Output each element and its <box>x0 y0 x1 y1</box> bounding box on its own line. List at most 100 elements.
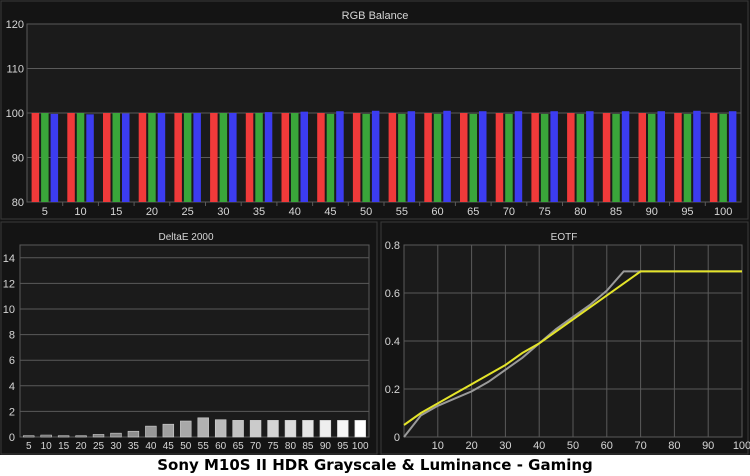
eotf-x-tick-label: 80 <box>668 440 680 452</box>
rgb-chart-title: RGB Balance <box>342 10 409 22</box>
rgb-bar-green <box>112 113 120 202</box>
rgb-bar-green <box>362 113 370 202</box>
deltae-y-tick-label: 8 <box>9 330 15 342</box>
deltae-y-tick-label: 0 <box>9 432 15 444</box>
rgb-bar-blue <box>407 111 416 202</box>
deltae-bar <box>180 420 192 438</box>
rgb-bar-red <box>531 113 539 202</box>
eotf-x-tick-label: 40 <box>533 440 545 452</box>
rgb-bar-blue <box>50 113 59 202</box>
rgb-x-tick-label: 35 <box>253 206 265 218</box>
eotf-chart-title: EOTF <box>551 232 578 243</box>
deltae-x-tick-label: 5 <box>26 441 32 452</box>
rgb-x-tick-label: 60 <box>431 206 443 218</box>
rgb-bar-green <box>505 113 513 202</box>
rgb-bar-blue <box>122 113 130 202</box>
rgb-x-tick-label: 95 <box>681 206 693 218</box>
deltae-x-tick-label: 80 <box>285 441 297 452</box>
rgb-bar-blue <box>693 110 701 202</box>
deltae-x-tick-label: 95 <box>337 441 349 452</box>
deltae-y-tick-label: 6 <box>9 355 15 367</box>
eotf-x-tick-label: 30 <box>499 440 511 452</box>
rgb-bar-green <box>719 113 727 202</box>
deltae-bar <box>302 420 314 438</box>
eotf-x-tick-label: 70 <box>634 440 646 452</box>
rgb-bar-green <box>469 113 477 202</box>
deltae-bar <box>267 420 279 438</box>
deltae-bar <box>284 420 297 438</box>
rgb-bar-red <box>388 113 397 202</box>
rgb-bar-blue <box>264 112 273 202</box>
deltae-x-tick-label: 40 <box>145 441 157 452</box>
rgb-bar-blue <box>479 111 487 202</box>
deltae-bar <box>75 435 87 438</box>
rgb-bar-red <box>174 113 182 202</box>
deltae-x-tick-label: 50 <box>180 441 192 452</box>
rgb-bar-red <box>638 113 646 202</box>
eotf-y-tick-label: 0.8 <box>385 240 400 252</box>
rgb-x-tick-label: 50 <box>360 206 372 218</box>
rgb-bar-green <box>76 113 85 202</box>
deltae-bar <box>92 434 105 438</box>
rgb-x-tick-label: 90 <box>646 206 658 218</box>
rgb-bar-red <box>567 113 575 202</box>
deltae-bar <box>145 425 157 438</box>
deltae-x-tick-label: 60 <box>215 441 227 452</box>
deltae-bar <box>232 420 244 438</box>
rgb-x-tick-label: 45 <box>324 206 336 218</box>
rgb-y-tick-label: 120 <box>6 19 24 31</box>
deltae-x-tick-label: 35 <box>128 441 140 452</box>
rgb-bar-blue <box>657 111 665 202</box>
rgb-bar-green <box>576 113 585 202</box>
deltae-x-tick-label: 30 <box>110 441 122 452</box>
rgb-x-tick-label: 20 <box>146 206 158 218</box>
deltae-x-tick-label: 55 <box>198 441 210 452</box>
deltae-x-tick-label: 85 <box>302 441 314 452</box>
rgb-x-tick-label: 25 <box>182 206 194 218</box>
eotf-x-tick-label: 10 <box>432 440 444 452</box>
rgb-bar-blue <box>443 110 451 202</box>
rgb-bar-green <box>648 113 656 202</box>
deltae-bar <box>57 435 70 438</box>
deltae-y-tick-label: 14 <box>3 253 15 265</box>
rgb-bar-blue <box>300 111 308 202</box>
rgb-x-tick-label: 85 <box>610 206 622 218</box>
rgb-x-tick-label: 55 <box>396 206 408 218</box>
deltae-bar <box>110 432 122 438</box>
deltae-x-tick-label: 70 <box>250 441 262 452</box>
rgb-x-tick-label: 10 <box>74 206 86 218</box>
rgb-y-tick-label: 110 <box>6 64 24 76</box>
rgb-bar-green <box>219 113 228 202</box>
rgb-y-tick-label: 90 <box>12 153 24 165</box>
figure-caption: Sony M10S II HDR Grayscale & Luminance -… <box>0 455 750 476</box>
eotf-x-tick-label: 50 <box>567 440 579 452</box>
deltae-bar <box>214 419 227 438</box>
deltae-y-tick-label: 2 <box>9 406 15 418</box>
rgb-bar-blue <box>86 114 94 202</box>
rgb-bar-red <box>31 113 40 202</box>
rgb-balance-chart: RGB Balance 80 90 100 110 120 5 10 15 20 25 30 35 40 4… <box>6 10 742 218</box>
rgb-bar-blue <box>586 111 594 202</box>
deltae-plot-area <box>19 244 370 438</box>
deltae-bar <box>127 430 140 438</box>
rgb-bar-red <box>709 113 718 202</box>
rgb-bar-blue <box>514 111 523 202</box>
deltae-bar <box>23 435 35 438</box>
deltae-bar <box>162 423 175 438</box>
rgb-bar-green <box>398 113 406 202</box>
deltae-x-tick-label: 45 <box>163 441 175 452</box>
rgb-bar-blue <box>621 111 630 202</box>
rgb-y-tick-label: 80 <box>12 197 24 209</box>
rgb-bar-green <box>683 113 692 202</box>
deltae-x-tick-label: 75 <box>267 441 279 452</box>
deltae-x-tick-label: 10 <box>41 441 53 452</box>
deltae-bar <box>197 417 209 438</box>
rgb-bar-green <box>41 113 49 202</box>
deltae-y-tick-label: 10 <box>3 304 15 316</box>
rgb-bar-red <box>245 113 254 202</box>
rgb-bar-green <box>291 113 299 202</box>
rgb-bar-blue <box>336 111 344 202</box>
eotf-x-tick-label: 90 <box>702 440 714 452</box>
rgb-bar-red <box>495 113 504 202</box>
rgb-y-tick-label: 100 <box>6 108 24 120</box>
